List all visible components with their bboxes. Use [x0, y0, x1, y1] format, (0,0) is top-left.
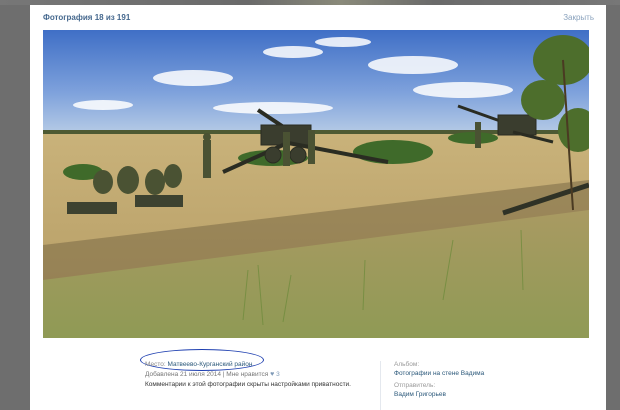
privacy-note: Комментарии к этой фотографии скрыты нас…: [145, 381, 351, 388]
date-text: Добавлена 21 июля 2014: [145, 371, 221, 378]
photo-counter: Фотография 18 из 191: [43, 13, 131, 22]
photo-viewer: Фотография 18 из 191 Закрыть Место: Матв…: [30, 5, 606, 410]
close-button[interactable]: Закрыть: [563, 13, 594, 22]
place-label: Место:: [145, 361, 166, 368]
album-link[interactable]: Фотографии на стене Вадима: [394, 369, 594, 378]
heart-icon[interactable]: ♥: [270, 371, 274, 378]
album-label: Альбом:: [394, 361, 420, 368]
photo-image[interactable]: [43, 30, 589, 338]
divider: [380, 361, 381, 410]
date-likes-row: Добавлена 21 июля 2014 | Мне нравится ♥ …: [145, 371, 280, 378]
photo-side-info: Альбом: Фотографии на стене Вадима Отпра…: [394, 360, 594, 399]
viewer-header: Фотография 18 из 191 Закрыть: [30, 5, 606, 31]
likes-count: 3: [276, 371, 280, 378]
place-row: Место: Матвеево-Курганский район: [145, 360, 385, 370]
photo-info: Место: Матвеево-Курганский район Добавле…: [145, 360, 385, 390]
like-button[interactable]: Мне нравится: [226, 371, 268, 378]
sender-link[interactable]: Вадим Григорьев: [394, 390, 594, 399]
sender-label: Отправитель:: [394, 382, 436, 389]
place-link[interactable]: Матвеево-Курганский район: [168, 361, 253, 368]
